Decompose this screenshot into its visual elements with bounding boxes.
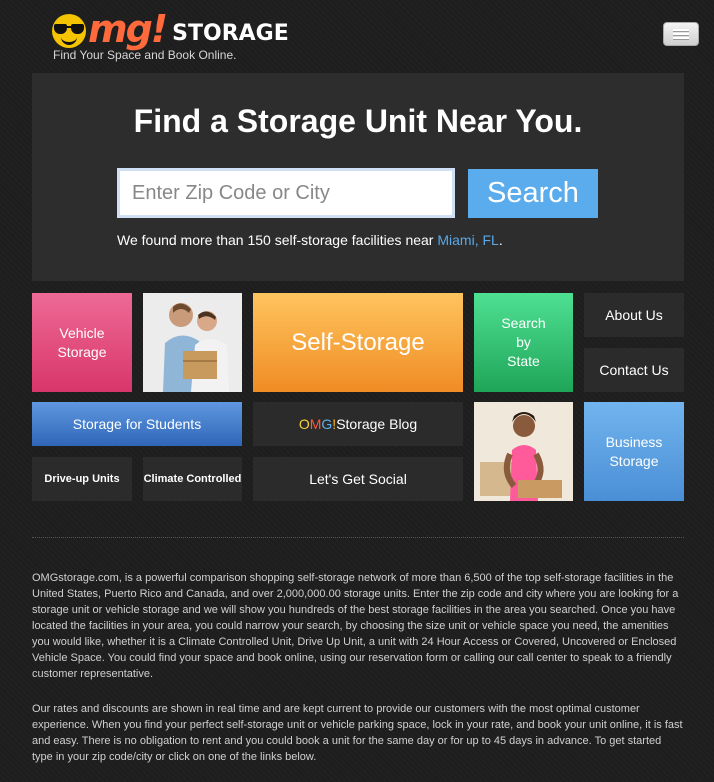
section-divider — [32, 537, 684, 538]
site-logo[interactable]: mg! STORAGE — [52, 8, 289, 48]
tile-drive-up-units[interactable]: Drive-up Units — [32, 457, 132, 501]
site-header: mg! STORAGE Find Your Space and Book Onl… — [0, 0, 714, 70]
tile-lets-get-social[interactable]: Let's Get Social — [253, 457, 463, 501]
tagline: Find Your Space and Book Online. — [53, 48, 237, 62]
tile-climate-controlled[interactable]: Climate Controlled — [143, 457, 242, 501]
movers-photo[interactable] — [143, 293, 242, 392]
tile-about-us[interactable]: About Us — [584, 293, 684, 337]
woman-with-boxes-photo[interactable] — [474, 402, 573, 501]
tile-storage-for-students[interactable]: Storage for Students — [32, 402, 242, 446]
description-paragraph-1: OMGstorage.com, is a powerful comparison… — [32, 572, 679, 680]
tile-business-storage[interactable]: Business Storage — [584, 402, 684, 501]
hamburger-menu-icon[interactable] — [663, 22, 699, 46]
search-button[interactable]: Search — [468, 169, 598, 218]
logo-storage-text: STORAGE — [172, 21, 289, 46]
location-link[interactable]: Miami, FL — [437, 232, 498, 248]
logo-mg-text: mg! — [88, 7, 168, 51]
description-paragraph-2: Our rates and discounts are shown in rea… — [32, 703, 683, 763]
sunglasses-smiley-icon — [52, 14, 86, 48]
facilities-found-text: We found more than 150 self-storage faci… — [117, 232, 503, 248]
tile-vehicle-storage[interactable]: Vehicle Storage — [32, 293, 132, 392]
tile-storage-blog[interactable]: O M G! Storage Blog — [253, 402, 463, 446]
search-input[interactable] — [117, 168, 455, 218]
tile-self-storage[interactable]: Self-Storage — [253, 293, 463, 392]
tile-contact-us[interactable]: Contact Us — [584, 348, 684, 392]
hero-title: Find a Storage Unit Near You. — [133, 103, 583, 139]
tile-search-by-state[interactable]: Search by State — [474, 293, 573, 392]
search-panel: Find a Storage Unit Near You. Search We … — [32, 73, 684, 281]
